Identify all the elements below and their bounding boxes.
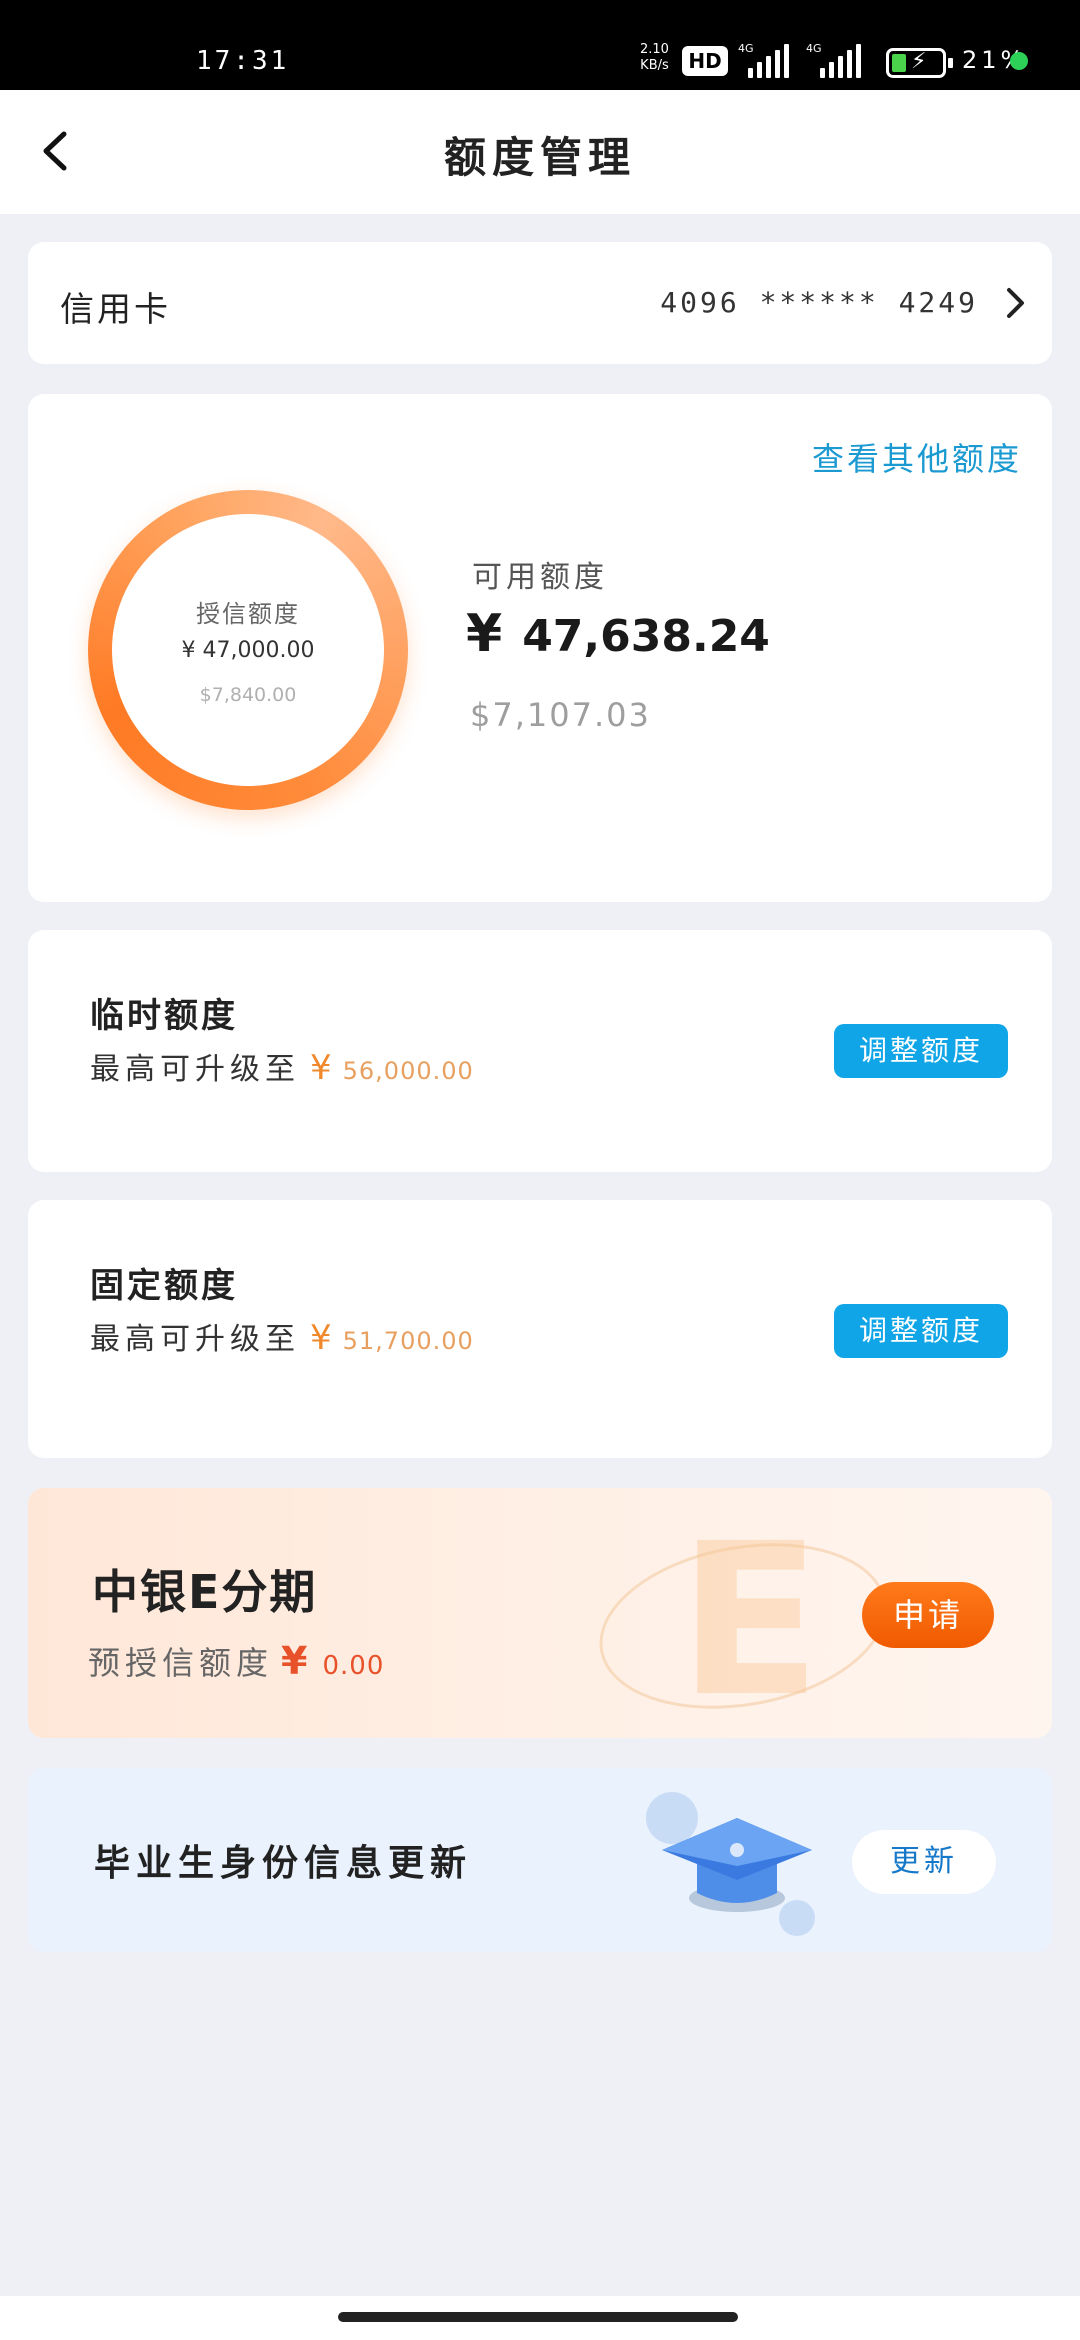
granted-credit-usd: $7,840.00 <box>199 684 297 706</box>
pre-credit-line: 预授信额度 ¥0.00 <box>88 1638 384 1684</box>
available-credit-card: 查看其他额度 授信额度 ¥ 47,000.00 $7,840.00 可用额度 ¥… <box>28 394 1052 902</box>
max-upgrade-label: 最高可升级至 <box>90 1322 300 1357</box>
available-credit-cny: ¥47,638.24 <box>466 604 770 664</box>
fixed-limit-desc: 最高可升级至 ¥51,700.00 <box>90 1314 474 1358</box>
page-title: 额度管理 <box>443 133 636 182</box>
status-time: 17:31 <box>196 46 290 76</box>
network-speed: 2.10 KB/s <box>640 42 669 74</box>
credit-card-selector[interactable]: 信用卡 4096 ****** 4249 <box>28 242 1052 364</box>
graduate-info-update-banner[interactable]: 毕业生身份信息更新 更新 <box>28 1768 1052 1952</box>
graduate-update-title: 毕业生身份信息更新 <box>94 1843 473 1884</box>
pre-credit-label: 预授信额度 <box>88 1644 274 1682</box>
e-installment-banner[interactable]: E 中银E分期 预授信额度 ¥0.00 申请 <box>28 1488 1052 1738</box>
home-indicator[interactable] <box>338 2312 738 2322</box>
status-bar: 17:31 2.10 KB/s HD 4G 4G ⚡ 21% <box>0 0 1080 90</box>
apply-button[interactable]: 申请 <box>862 1582 994 1648</box>
available-credit-label: 可用额度 <box>472 560 608 595</box>
battery-icon: ⚡ <box>886 48 953 78</box>
graduation-cap-icon <box>646 1792 815 1936</box>
card-number: 4096 ****** 4249 <box>660 286 978 319</box>
privacy-indicator-dot <box>1010 52 1028 70</box>
temporary-limit-card: 临时额度 最高可升级至 ¥56,000.00 调整额度 <box>28 930 1052 1172</box>
yen-symbol: ¥ <box>310 1048 337 1088</box>
temporary-limit-title: 临时额度 <box>90 996 238 1036</box>
hd-icon: HD <box>682 46 728 76</box>
adjust-temporary-limit-button[interactable]: 调整额度 <box>834 1024 1008 1078</box>
network-speed-unit: KB/s <box>640 58 669 73</box>
ring-center: 授信额度 ¥ 47,000.00 $7,840.00 <box>112 514 384 786</box>
max-upgrade-label: 最高可升级至 <box>90 1052 300 1087</box>
page-header: 额度管理 <box>0 90 1080 214</box>
adjust-fixed-limit-button[interactable]: 调整额度 <box>834 1304 1008 1358</box>
credit-card-label: 信用卡 <box>60 290 171 330</box>
credit-ring-chart: 授信额度 ¥ 47,000.00 $7,840.00 <box>88 490 408 810</box>
available-amount: 47,638.24 <box>522 611 770 662</box>
signal-icon-2: 4G <box>806 42 868 78</box>
installment-title: 中银E分期 <box>92 1565 318 1619</box>
fixed-max-amount: 51,700.00 <box>342 1327 474 1355</box>
fixed-limit-title: 固定额度 <box>90 1266 238 1306</box>
chevron-right-icon <box>1007 288 1024 318</box>
fixed-limit-card: 固定额度 最高可升级至 ¥51,700.00 调整额度 <box>28 1200 1052 1458</box>
network-speed-value: 2.10 <box>640 42 669 57</box>
granted-credit-cny: ¥ 47,000.00 <box>181 638 315 663</box>
update-button[interactable]: 更新 <box>852 1830 996 1894</box>
view-other-limits-link[interactable]: 查看其他额度 <box>812 434 1022 480</box>
signal-icon: 4G <box>738 42 790 78</box>
yen-symbol: ¥ <box>466 604 503 664</box>
yen-symbol: ¥ <box>281 1639 313 1683</box>
temporary-limit-desc: 最高可升级至 ¥56,000.00 <box>90 1044 474 1088</box>
temporary-max-amount: 56,000.00 <box>342 1057 474 1085</box>
available-credit-usd: $7,107.03 <box>470 696 651 734</box>
pre-credit-amount: 0.00 <box>322 1651 385 1681</box>
granted-credit-label: 授信额度 <box>196 600 300 628</box>
e-logo-decoration: E <box>678 1498 822 1738</box>
yen-symbol: ¥ <box>310 1318 337 1358</box>
